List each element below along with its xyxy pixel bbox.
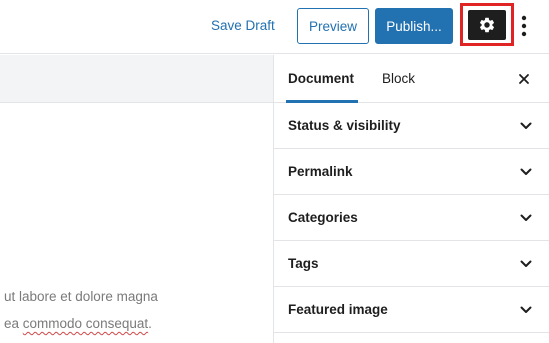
panel-title: Tags (288, 256, 319, 271)
save-draft-button[interactable]: Save Draft (205, 12, 281, 40)
misspelled-text: commodo consequat (22, 316, 149, 331)
preview-button[interactable]: Preview (297, 8, 369, 44)
panel-categories[interactable]: Categories (274, 195, 549, 241)
tab-document[interactable]: Document (285, 55, 359, 103)
panel-title: Status & visibility (288, 118, 401, 133)
settings-button[interactable] (468, 10, 506, 40)
panel-title: Categories (288, 210, 358, 225)
more-options-button[interactable] (517, 10, 531, 42)
editor-text: ea (4, 316, 23, 331)
editor-paragraph-line[interactable]: ea commodo consequat. (4, 316, 152, 331)
chevron-down-icon (520, 306, 532, 313)
vertical-ellipsis-icon (521, 15, 527, 37)
sidebar-tabs: Document Block (274, 55, 549, 103)
editor-paragraph-line[interactable]: ut labore et dolore magna (4, 289, 158, 304)
gear-icon (479, 17, 495, 33)
tab-block[interactable]: Block (382, 55, 415, 103)
panel-permalink[interactable]: Permalink (274, 149, 549, 195)
panel-featured-image[interactable]: Featured image (274, 287, 549, 333)
close-icon (519, 74, 529, 84)
settings-sidebar: Document Block Status & visibility Perma… (273, 55, 549, 343)
chevron-down-icon (520, 260, 532, 267)
chevron-down-icon (520, 122, 532, 129)
panel-title: Featured image (288, 302, 388, 317)
close-sidebar-button[interactable] (514, 69, 534, 89)
chevron-down-icon (520, 214, 532, 221)
editor-toolbar: Save Draft Preview Publish... (0, 0, 549, 54)
settings-highlight (460, 3, 514, 46)
editor-text: . (148, 316, 152, 331)
editor-header-strip (0, 55, 273, 103)
panel-title: Permalink (288, 164, 353, 179)
publish-button[interactable]: Publish... (375, 8, 453, 44)
chevron-down-icon (520, 168, 532, 175)
panel-tags[interactable]: Tags (274, 241, 549, 287)
panel-status-visibility[interactable]: Status & visibility (274, 103, 549, 149)
